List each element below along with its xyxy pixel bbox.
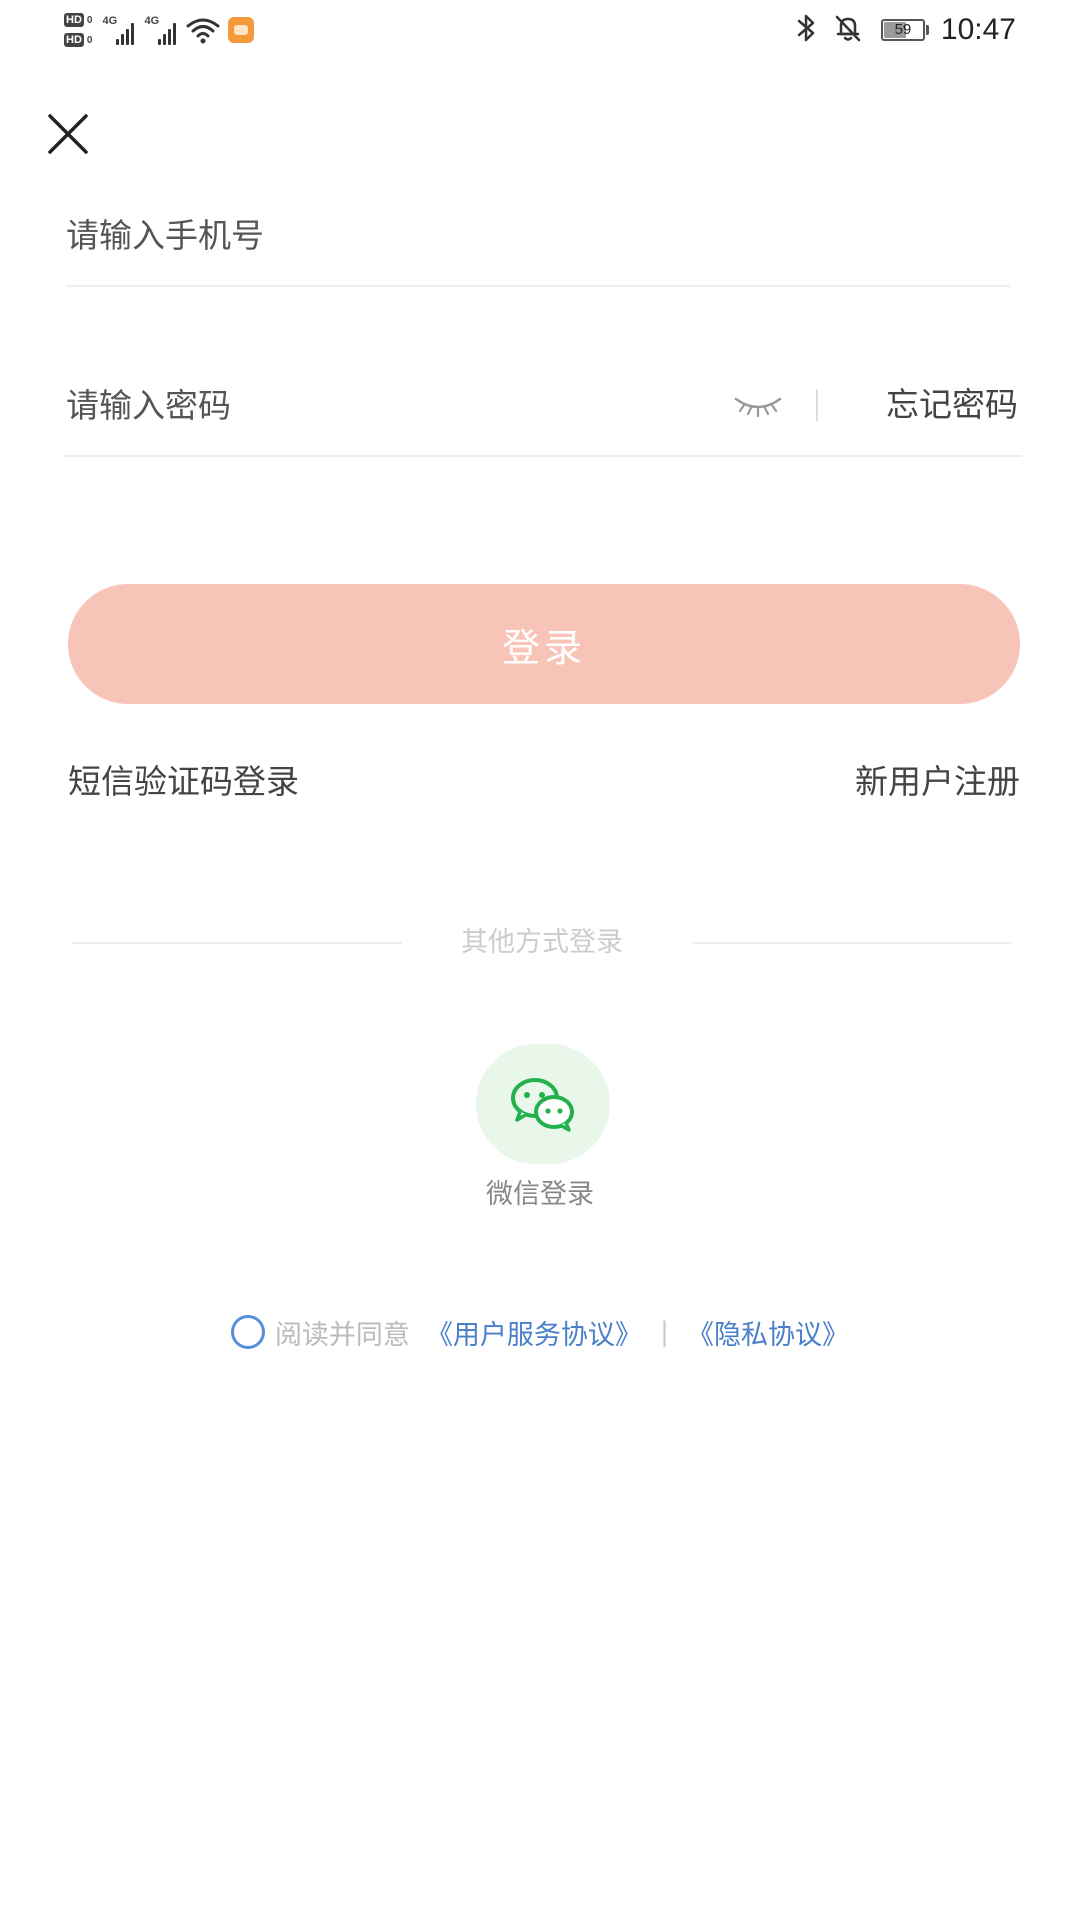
phone-field [66,195,1016,287]
wechat-login-label: 微信登录 [486,1179,594,1210]
register-link[interactable]: 新用户注册 [855,755,1020,803]
hd-sub: 0 [86,14,93,26]
password-underline [64,455,1022,457]
close-icon [48,114,88,154]
vertical-divider [816,389,818,421]
wifi-icon [186,16,220,44]
phone-underline [66,285,1010,287]
login-button[interactable]: 登录 [68,584,1020,704]
agreement-prefix: 阅读并同意 [274,1319,410,1351]
hd-badge: HD [64,33,84,47]
close-button[interactable] [44,110,92,158]
hd-badge: HD [64,13,84,27]
other-login-divider: 其他方式登录 [72,925,1012,961]
agreement-separator: | [659,1316,670,1348]
privacy-policy-link[interactable]: 《隐私协议》 [687,1313,849,1352]
status-right: 59 10:47 [781,8,1016,52]
status-bar: HD 0 HD 0 4G 4G 59 10:47 [0,0,1080,60]
bell-off-icon [833,13,863,47]
bluetooth-icon [795,13,819,47]
agreement-row: 阅读并同意 《用户服务协议》 | 《隐私协议》 [0,1310,1080,1354]
signal-icon: 4G [102,15,135,45]
status-left: HD 0 HD 0 4G 4G [64,8,255,52]
user-agreement-link[interactable]: 《用户服务协议》 [426,1313,642,1352]
divider-line [692,942,1012,944]
hd-icon: HD 0 HD 0 [64,10,92,50]
wechat-login-button[interactable] [476,1044,610,1164]
agreement-checkbox[interactable] [230,1315,265,1349]
battery-icon: 59 [880,19,929,41]
password-input[interactable] [66,365,706,445]
signal-icon: 4G [144,15,177,45]
forgot-password-link[interactable]: 忘记密码 [886,365,1018,445]
clock: 10:47 [940,13,1016,46]
signal-label: 4G [144,15,160,27]
phone-input[interactable] [66,195,1006,275]
sms-code-login-link[interactable]: 短信验证码登录 [68,755,299,803]
hd-sub: 0 [86,34,93,46]
signal-label: 4G [102,15,118,27]
eye-closed-icon [734,397,782,418]
battery-level: 59 [894,21,912,38]
wechat-icon [511,1078,574,1132]
password-visibility-toggle[interactable] [730,387,786,423]
password-field: 忘记密码 [64,365,1022,457]
app-notification-icon [228,17,255,43]
